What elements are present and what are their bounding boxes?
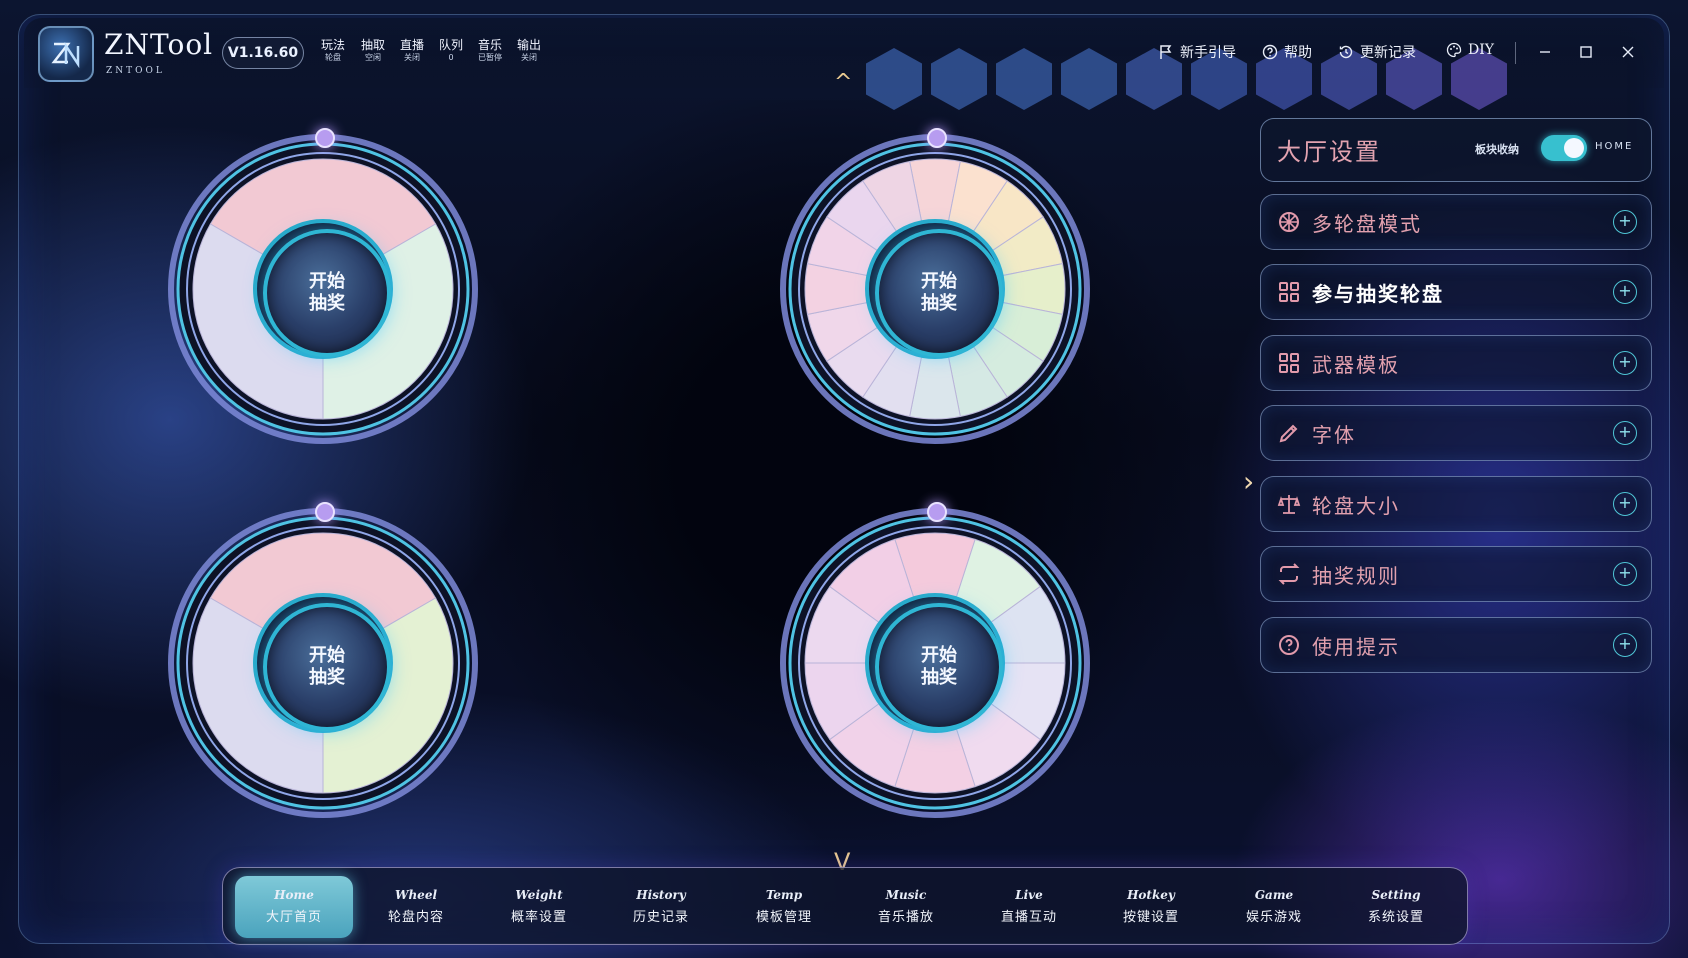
app-name: ZNTool (104, 28, 214, 61)
toolbar-divider (1515, 42, 1516, 64)
grid-icon (1279, 282, 1299, 302)
nav-history[interactable]: History 历史记录 (602, 876, 720, 938)
home-label: HOME (1595, 141, 1634, 152)
nav-weight[interactable]: Weight 概率设置 (480, 876, 598, 938)
close-icon[interactable] (1616, 40, 1640, 64)
wheel-3-start-button[interactable]: 开始 抽奖 (263, 603, 391, 731)
collapse-toggle[interactable] (1541, 135, 1587, 161)
collapse-up-icon[interactable]: ^ (834, 70, 852, 95)
expand-plus-icon[interactable]: + (1613, 351, 1637, 375)
minimize-icon[interactable] (1533, 40, 1557, 64)
wheel-1[interactable]: 开始 抽奖 (168, 128, 478, 444)
nav-setting[interactable]: Setting 系统设置 (1337, 876, 1455, 938)
nav-home[interactable]: Home 大厅首页 (235, 876, 353, 938)
expand-plus-icon[interactable]: + (1613, 492, 1637, 516)
wheel-icon (1279, 212, 1299, 232)
wheel-4-start-button[interactable]: 开始 抽奖 (875, 603, 1003, 731)
status-queue[interactable]: 队列 0 (434, 38, 468, 64)
wheel-4[interactable]: 开始 抽奖 (780, 502, 1090, 818)
wheel-pointer-icon (315, 128, 335, 148)
help-icon (1279, 635, 1299, 655)
wheel-pointer-icon (927, 128, 947, 148)
expand-right-icon[interactable]: › (1243, 465, 1254, 498)
wheel-pointer-icon (315, 502, 335, 522)
nav-wheel[interactable]: Wheel 轮盘内容 (357, 876, 475, 938)
expand-plus-icon[interactable]: + (1613, 633, 1637, 657)
history-icon (1339, 45, 1353, 59)
nav-game[interactable]: Game 娱乐游戏 (1215, 876, 1333, 938)
section-draw-rules[interactable]: 抽奖规则 + (1260, 546, 1652, 602)
wheel-2-start-button[interactable]: 开始 抽奖 (875, 229, 1003, 357)
wheel-3[interactable]: 开始 抽奖 (168, 502, 478, 818)
status-output[interactable]: 输出 关闭 (512, 38, 546, 64)
wheel-pointer-icon (927, 502, 947, 522)
wheel-2[interactable]: 开始 抽奖 (780, 128, 1090, 444)
question-icon (1262, 44, 1278, 60)
section-participating-wheels[interactable]: 参与抽奖轮盘 + (1260, 264, 1652, 320)
nav-live[interactable]: Live 直播互动 (970, 876, 1088, 938)
maximize-icon[interactable] (1574, 40, 1598, 64)
lobby-settings-header: 大厅设置 板块收纳 HOME (1260, 118, 1652, 182)
section-font[interactable]: 字体 + (1260, 405, 1652, 461)
help-button[interactable]: 帮助 (1262, 42, 1312, 62)
status-live[interactable]: 直播 关闭 (395, 38, 429, 64)
palette-icon (1446, 42, 1462, 58)
toggle-knob (1564, 138, 1584, 158)
app-subtitle: ZNTOOL (106, 66, 165, 76)
expand-plus-icon[interactable]: + (1613, 280, 1637, 304)
flag-icon (1160, 45, 1172, 59)
status-draw[interactable]: 抽取 空闲 (356, 38, 390, 64)
status-music[interactable]: 音乐 已暂停 (473, 38, 507, 64)
panel-title: 大厅设置 (1277, 138, 1381, 166)
expand-plus-icon[interactable]: + (1613, 421, 1637, 445)
status-mode[interactable]: 玩法 轮盘 (316, 38, 350, 64)
section-wheel-size[interactable]: 轮盘大小 + (1260, 476, 1652, 532)
version-badge[interactable]: V1.16.60 (222, 37, 304, 69)
wheel-1-start-button[interactable]: 开始 抽奖 (263, 229, 391, 357)
logo-mark-icon (51, 41, 80, 69)
grid-icon (1279, 353, 1299, 373)
nav-hotkey[interactable]: Hotkey 按键设置 (1092, 876, 1210, 938)
collapse-label: 板块收纳 (1475, 143, 1519, 156)
section-weapon-template[interactable]: 武器模板 + (1260, 335, 1652, 391)
nav-template[interactable]: Temp 模板管理 (725, 876, 843, 938)
section-usage-tips[interactable]: 使用提示 + (1260, 617, 1652, 673)
nav-music[interactable]: Music 音乐播放 (847, 876, 965, 938)
expand-plus-icon[interactable]: + (1613, 562, 1637, 586)
pen-icon (1279, 424, 1298, 443)
section-multi-wheel[interactable]: 多轮盘模式 + (1260, 194, 1652, 250)
bottom-nav: Home 大厅首页 Wheel 轮盘内容 Weight 概率设置 History 历史记… (222, 867, 1468, 945)
app-logo (38, 26, 94, 82)
diy-button[interactable]: DIY (1446, 42, 1494, 58)
repeat-icon (1278, 563, 1300, 585)
expand-plus-icon[interactable]: + (1613, 210, 1637, 234)
scale-icon (1277, 495, 1301, 514)
guide-button[interactable]: 新手引导 (1158, 42, 1236, 62)
changelog-button[interactable]: 更新记录 (1338, 42, 1416, 62)
